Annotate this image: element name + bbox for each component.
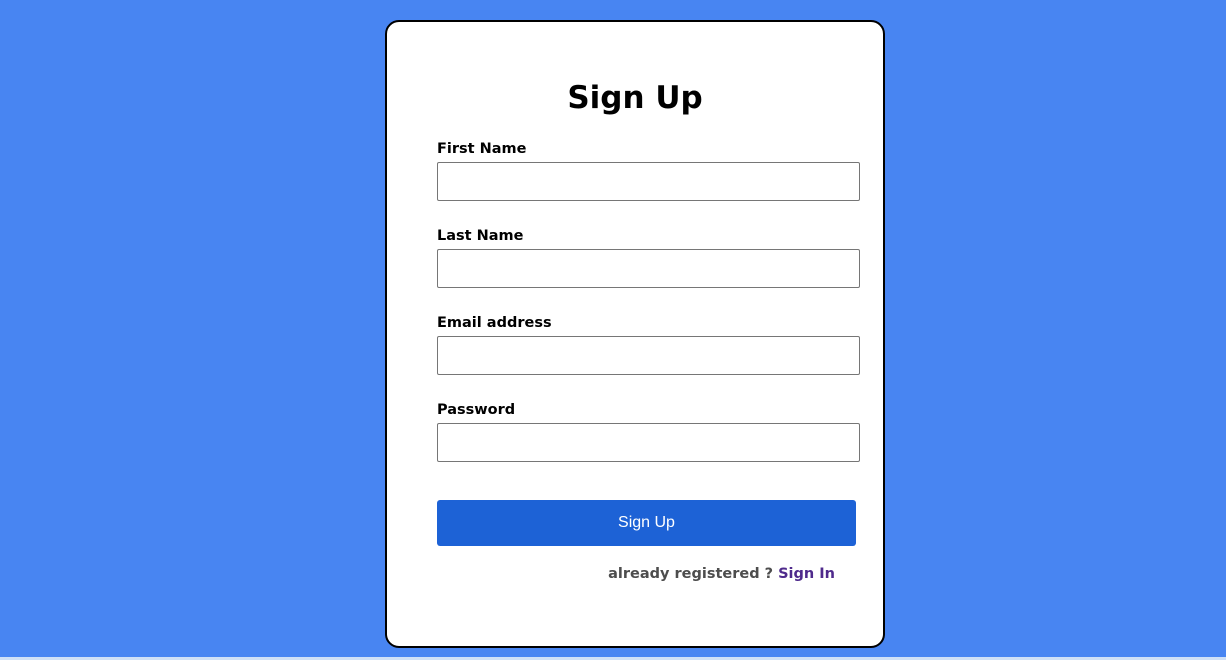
password-label: Password bbox=[437, 402, 516, 418]
sign-up-button[interactable]: Sign Up bbox=[437, 500, 856, 546]
last-name-input[interactable] bbox=[437, 249, 860, 288]
sign-in-link[interactable]: Sign In bbox=[778, 566, 835, 582]
email-input[interactable] bbox=[437, 336, 860, 375]
signup-card: Sign Up First Name Last Name Email addre… bbox=[385, 20, 885, 648]
already-registered-text: already registered ? bbox=[608, 566, 774, 582]
password-input[interactable] bbox=[437, 423, 860, 462]
signin-prompt: already registered ? Sign In bbox=[608, 564, 835, 584]
email-label: Email address bbox=[437, 315, 552, 331]
first-name-input[interactable] bbox=[437, 162, 860, 201]
first-name-label: First Name bbox=[437, 141, 527, 157]
last-name-label: Last Name bbox=[437, 228, 524, 244]
page-title: Sign Up bbox=[567, 80, 703, 116]
